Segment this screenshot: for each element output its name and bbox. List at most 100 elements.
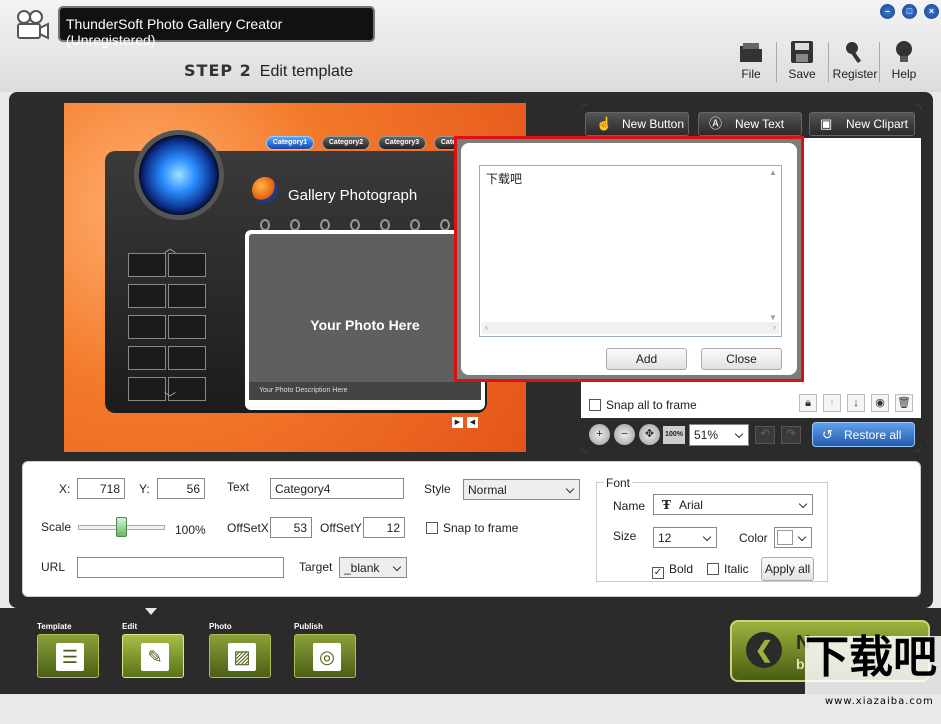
style-label: Style — [424, 482, 451, 496]
new-button-button[interactable]: ☝ New Button — [585, 112, 689, 136]
font-group-label: Font — [604, 476, 633, 490]
photo-icon: ▨ — [228, 643, 256, 671]
thumbnail[interactable] — [168, 253, 206, 277]
thumbnail[interactable] — [128, 253, 166, 277]
restore-all-label: Restore all — [844, 428, 902, 442]
fit-icon[interactable]: ✥ — [639, 424, 660, 445]
toolbar-divider — [828, 42, 829, 82]
dialog-body: 下载吧 ▲ ▼ ‹ › Add Close — [461, 143, 797, 375]
maximize-button[interactable]: □ — [902, 4, 917, 19]
chevron-down-icon[interactable]: ﹀ — [164, 389, 176, 406]
file-label: File — [741, 67, 761, 81]
snap-all-label: Snap all to frame — [606, 398, 697, 412]
close-button[interactable]: Close — [701, 348, 782, 370]
new-clipart-label: New Clipart — [846, 117, 909, 131]
font-color-picker[interactable] — [774, 527, 812, 548]
minimize-button[interactable]: – — [880, 4, 895, 19]
tab-label: Template — [37, 622, 72, 631]
tab-publish[interactable]: Publish ◎ — [292, 622, 358, 678]
sound-icon[interactable]: ◀ — [467, 417, 478, 428]
clipart-icon: ▣ — [820, 116, 833, 131]
snap-to-frame-checkbox[interactable]: Snap to frame — [426, 521, 518, 535]
help-button[interactable]: Help — [881, 40, 927, 84]
restore-all-button[interactable]: ↺ Restore all — [812, 422, 915, 447]
x-input[interactable]: 718 — [77, 478, 125, 499]
zoom-in-icon[interactable]: + — [589, 424, 610, 445]
checkbox-box[interactable] — [426, 522, 438, 534]
snap-all-checkbox[interactable]: Snap all to frame — [589, 398, 697, 412]
properties-panel: X: 718 Y: 56 Text Category4 Style Normal… — [22, 461, 921, 597]
photo-description: Your Photo Description Here — [249, 382, 481, 400]
checkbox-box[interactable] — [652, 567, 664, 579]
scale-slider-handle[interactable] — [116, 517, 127, 537]
bold-label: Bold — [669, 562, 694, 576]
thumbnail[interactable] — [128, 346, 166, 370]
dialog-textarea[interactable]: 下载吧 ▲ ▼ ‹ › — [479, 165, 782, 337]
register-button[interactable]: Register — [832, 40, 878, 84]
actual-size-button[interactable]: 100% — [663, 426, 685, 444]
zoom-out-icon[interactable]: − — [614, 424, 635, 445]
category-button[interactable]: Category1 — [266, 136, 314, 150]
redo-icon[interactable]: ↷ — [781, 426, 801, 444]
zoom-select[interactable]: 51% — [689, 424, 749, 446]
vertical-scrollbar[interactable]: ▲ ▼ — [767, 168, 779, 322]
target-select[interactable]: _blank — [339, 557, 407, 578]
thumbnail[interactable] — [168, 284, 206, 308]
move-down-icon[interactable]: ↓ — [847, 394, 865, 412]
italic-checkbox[interactable]: Italic — [707, 562, 749, 576]
zoom-toolbar: + − ✥ 100% 51% ↶ ↷ ↺ Restore all — [581, 418, 921, 452]
italic-label: Italic — [724, 562, 749, 576]
font-color-label: Color — [739, 531, 768, 545]
new-text-button[interactable]: Ⓐ New Text — [698, 112, 802, 136]
bold-checkbox[interactable]: Bold — [652, 562, 693, 579]
play-icon[interactable]: ▶ — [452, 417, 463, 428]
category-button[interactable]: Category3 — [378, 136, 426, 150]
tab-label: Photo — [209, 622, 232, 631]
tab-edit[interactable]: Edit ✎ — [120, 622, 186, 678]
tab-body: ◎ — [294, 634, 356, 678]
lock-icon[interactable]: 🔒︎ — [799, 394, 817, 412]
tab-photo[interactable]: Photo ▨ — [207, 622, 273, 678]
edit-notebook-icon: ✎ — [141, 643, 169, 671]
truetype-icon: Ŧ — [662, 498, 671, 512]
close-window-button[interactable]: × — [924, 4, 939, 19]
style-select[interactable]: Normal — [463, 479, 580, 500]
thumbnail[interactable] — [128, 377, 166, 401]
text-input[interactable]: Category4 — [270, 478, 404, 499]
folder-icon — [740, 43, 762, 62]
undo-icon[interactable]: ↶ — [755, 426, 775, 444]
photo-area[interactable]: Your Photo Here Your Photo Description H… — [245, 230, 485, 410]
thumbnail[interactable] — [168, 315, 206, 339]
delete-icon[interactable]: 🗑︎ — [895, 394, 913, 412]
offsety-input[interactable]: 12 — [363, 517, 405, 538]
visibility-icon[interactable]: ◉ — [871, 394, 889, 412]
category-button[interactable]: Category2 — [322, 136, 370, 150]
text-dialog: 下载吧 ▲ ▼ ‹ › Add Close — [454, 136, 804, 382]
save-label: Save — [788, 67, 816, 81]
next-sublabel: b — [796, 656, 805, 672]
url-input[interactable] — [77, 557, 284, 578]
thumbnail[interactable] — [128, 315, 166, 339]
gallery-title[interactable]: Gallery Photograph — [288, 187, 417, 204]
move-up-icon[interactable]: ↑ — [823, 394, 841, 412]
tab-template[interactable]: Template ☰ — [35, 622, 101, 678]
horizontal-scrollbar[interactable]: ‹ › — [482, 322, 779, 334]
add-button[interactable]: Add — [606, 348, 687, 370]
dialog-text: 下载吧 — [486, 172, 523, 186]
key-icon — [846, 42, 862, 64]
file-button[interactable]: File — [728, 40, 774, 84]
thumbnail[interactable] — [128, 284, 166, 308]
checkbox-box[interactable] — [707, 563, 719, 575]
apply-all-button[interactable]: Apply all — [761, 557, 814, 581]
photo-frame: Your Photo Here Your Photo Description H… — [249, 234, 481, 400]
lightbulb-icon — [896, 41, 912, 62]
offsetx-input[interactable]: 53 — [270, 517, 312, 538]
font-name-select[interactable]: Ŧ Arial — [653, 494, 813, 515]
y-input[interactable]: 56 — [157, 478, 205, 499]
thumbnail[interactable] — [168, 346, 206, 370]
font-size-select[interactable]: 12 — [653, 527, 717, 548]
save-button[interactable]: Save — [779, 40, 825, 84]
checkbox-box[interactable] — [589, 399, 601, 411]
new-clipart-button[interactable]: ▣ New Clipart — [809, 112, 915, 136]
globe-logo — [134, 130, 224, 220]
